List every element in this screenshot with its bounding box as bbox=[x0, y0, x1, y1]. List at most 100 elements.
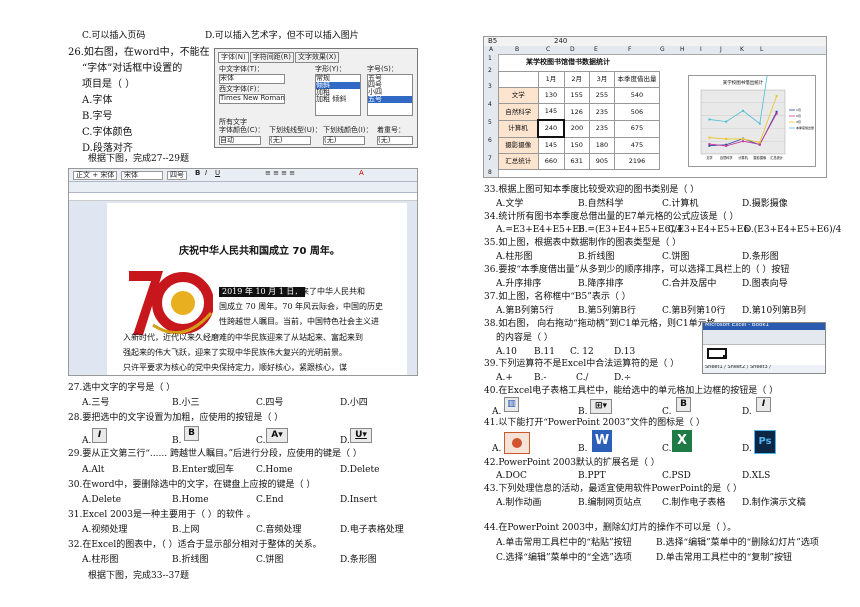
size-list[interactable]: 五号 四号 小四 五号 bbox=[367, 74, 413, 116]
tab-font[interactable]: 字体(N) bbox=[218, 52, 249, 63]
font-color-icon[interactable]: A bbox=[359, 170, 364, 177]
q26-option-c: C.字体颜色 bbox=[82, 127, 133, 138]
western-font-field[interactable]: Times New Roman bbox=[219, 94, 285, 104]
table-cell[interactable] bbox=[498, 71, 539, 88]
table-cell[interactable]: 240 bbox=[537, 119, 565, 138]
style-item[interactable]: 加粗 倾斜 bbox=[316, 96, 360, 103]
table-cell[interactable]: 文学 bbox=[498, 87, 539, 104]
underline-select[interactable]: (无) bbox=[269, 136, 311, 145]
table-cell[interactable]: 180 bbox=[589, 136, 615, 154]
column-header[interactable]: I bbox=[700, 47, 702, 53]
column-header[interactable]: H bbox=[680, 47, 685, 53]
mini-excel-title: Microsoft Excel - Book1 bbox=[703, 323, 825, 330]
q30-option-c: C.End bbox=[256, 495, 284, 505]
table-cell[interactable]: 631 bbox=[563, 153, 590, 170]
bold-icon[interactable]: B bbox=[195, 170, 200, 177]
table-cell[interactable]: 2196 bbox=[614, 153, 660, 170]
style-label: 字形(Y)： bbox=[315, 65, 346, 73]
cn-font-field[interactable]: 宋体 bbox=[219, 74, 285, 84]
row-header[interactable]: 6 bbox=[488, 138, 492, 144]
q33-option-d: D.摄影摄像 bbox=[742, 199, 788, 209]
table-cell[interactable]: 200 bbox=[563, 119, 590, 138]
row-header[interactable]: 2 bbox=[488, 68, 492, 74]
sheet-title: 某学校图书馆借书数据统计 bbox=[526, 58, 610, 66]
size-label: 字号(S)： bbox=[367, 65, 398, 73]
table-cell[interactable]: 660 bbox=[537, 153, 565, 170]
style-box[interactable]: 正文 + 宋体 bbox=[73, 171, 118, 180]
q27-option-d: D.小四 bbox=[340, 398, 368, 408]
q44-option-c: C.选择“编辑”菜单中的“全选”选项 bbox=[496, 553, 632, 563]
italic-icon[interactable]: I bbox=[205, 170, 207, 177]
q37-option-d: D.第10列第B列 bbox=[742, 306, 806, 316]
table-cell[interactable]: 506 bbox=[614, 103, 660, 121]
q28-stem: 28.要把选中的文字设置为加粗，应使用的按钮是（ ） bbox=[68, 413, 284, 423]
table-cell[interactable]: 2月 bbox=[563, 71, 590, 88]
row-header[interactable]: 3 bbox=[488, 84, 492, 90]
table-cell[interactable]: 150 bbox=[563, 136, 590, 154]
q26-stem-3: 项目是（ ） bbox=[82, 79, 136, 90]
column-header[interactable]: C bbox=[546, 47, 550, 53]
table-cell[interactable]: 自然科学 bbox=[498, 103, 539, 121]
table-cell[interactable]: 摄影摄像 bbox=[498, 136, 539, 154]
q40-option-c: C. bbox=[662, 407, 672, 417]
font-box[interactable]: 宋体 bbox=[121, 171, 163, 180]
table-cell[interactable]: 235 bbox=[589, 103, 615, 121]
tab-spacing[interactable]: 字符间距(R) bbox=[249, 52, 295, 63]
mini-excel-sheets[interactable]: Sheet1 / Sheet2 / Sheet3 / bbox=[703, 365, 825, 370]
all-text-label: 所有文字 bbox=[219, 118, 247, 126]
font-color-select[interactable]: 自动 bbox=[219, 136, 261, 145]
table-cell[interactable]: 145 bbox=[537, 136, 565, 154]
q30-stem: 30.在word中，要删除选中的文字，在键盘上应按的键是（ ） bbox=[68, 480, 316, 490]
table-cell[interactable]: 155 bbox=[563, 87, 590, 104]
legend-entry: 1月 bbox=[796, 108, 801, 112]
column-header[interactable]: B bbox=[515, 47, 519, 53]
table-cell[interactable]: 3月 bbox=[589, 71, 615, 88]
style-list[interactable]: 常规 倾斜 加粗 加粗 倾斜 bbox=[315, 74, 361, 116]
table-cell[interactable]: 130 bbox=[537, 87, 565, 104]
tab-effects[interactable]: 文字效果(X) bbox=[295, 52, 340, 63]
q28-option-c: C. bbox=[256, 436, 266, 446]
emphasis-select[interactable]: (无) bbox=[377, 136, 413, 145]
table-cell[interactable]: 汇总统计 bbox=[498, 153, 539, 170]
table-cell[interactable]: 540 bbox=[614, 87, 660, 104]
size-item[interactable]: 五号 bbox=[368, 96, 412, 103]
excel-icon: X bbox=[672, 430, 692, 452]
column-header[interactable]: D bbox=[570, 47, 575, 53]
table-cell[interactable]: 905 bbox=[589, 153, 615, 170]
borders-icon: ⊞▾ bbox=[590, 399, 612, 414]
column-header[interactable]: L bbox=[760, 47, 763, 53]
name-box[interactable]: B5 bbox=[488, 38, 528, 45]
row-header[interactable]: 4 bbox=[488, 102, 492, 108]
column-header[interactable]: G bbox=[660, 47, 665, 53]
table-cell[interactable]: 145 bbox=[537, 103, 565, 121]
underline-icon[interactable]: U bbox=[215, 170, 220, 177]
column-header[interactable]: F bbox=[628, 47, 631, 53]
table-cell[interactable]: 475 bbox=[614, 136, 660, 154]
row-header[interactable]: 1 bbox=[488, 56, 492, 62]
font-color-label: 字体颜色(C)： bbox=[219, 126, 265, 134]
row-header[interactable]: 5 bbox=[488, 120, 492, 126]
doc-line-2: 国成立 70 周年。70 年风云际会，中国的历史 bbox=[219, 302, 383, 311]
table-cell[interactable]: 计算机 bbox=[498, 119, 539, 138]
q30-option-b: B.Home bbox=[172, 495, 209, 505]
column-header[interactable]: J bbox=[720, 47, 722, 53]
underline-color-select[interactable]: (无) bbox=[323, 136, 365, 145]
row-header[interactable]: 8 bbox=[488, 170, 492, 176]
column-header[interactable]: A bbox=[489, 47, 493, 53]
drag-handle[interactable] bbox=[723, 355, 726, 358]
table-cell[interactable]: 126 bbox=[563, 103, 590, 121]
table-cell[interactable]: 1月 bbox=[537, 71, 565, 88]
table-cell[interactable]: 235 bbox=[589, 119, 615, 138]
align-icons[interactable]: ≡ ≡ ≡ ≡ bbox=[265, 170, 295, 177]
data-point bbox=[758, 122, 761, 125]
table-cell[interactable]: 本季度借出量 bbox=[614, 71, 660, 88]
size-box[interactable]: 四号 bbox=[167, 171, 187, 180]
formula-value[interactable]: 240 bbox=[554, 38, 567, 45]
table-cell[interactable]: 255 bbox=[589, 87, 615, 104]
q31-option-c: C.音频处理 bbox=[256, 525, 302, 535]
data-point bbox=[758, 141, 761, 144]
table-cell[interactable]: 675 bbox=[614, 119, 660, 138]
row-header[interactable]: 7 bbox=[488, 156, 492, 162]
column-header[interactable]: K bbox=[740, 47, 744, 53]
column-header[interactable]: E bbox=[594, 47, 598, 53]
